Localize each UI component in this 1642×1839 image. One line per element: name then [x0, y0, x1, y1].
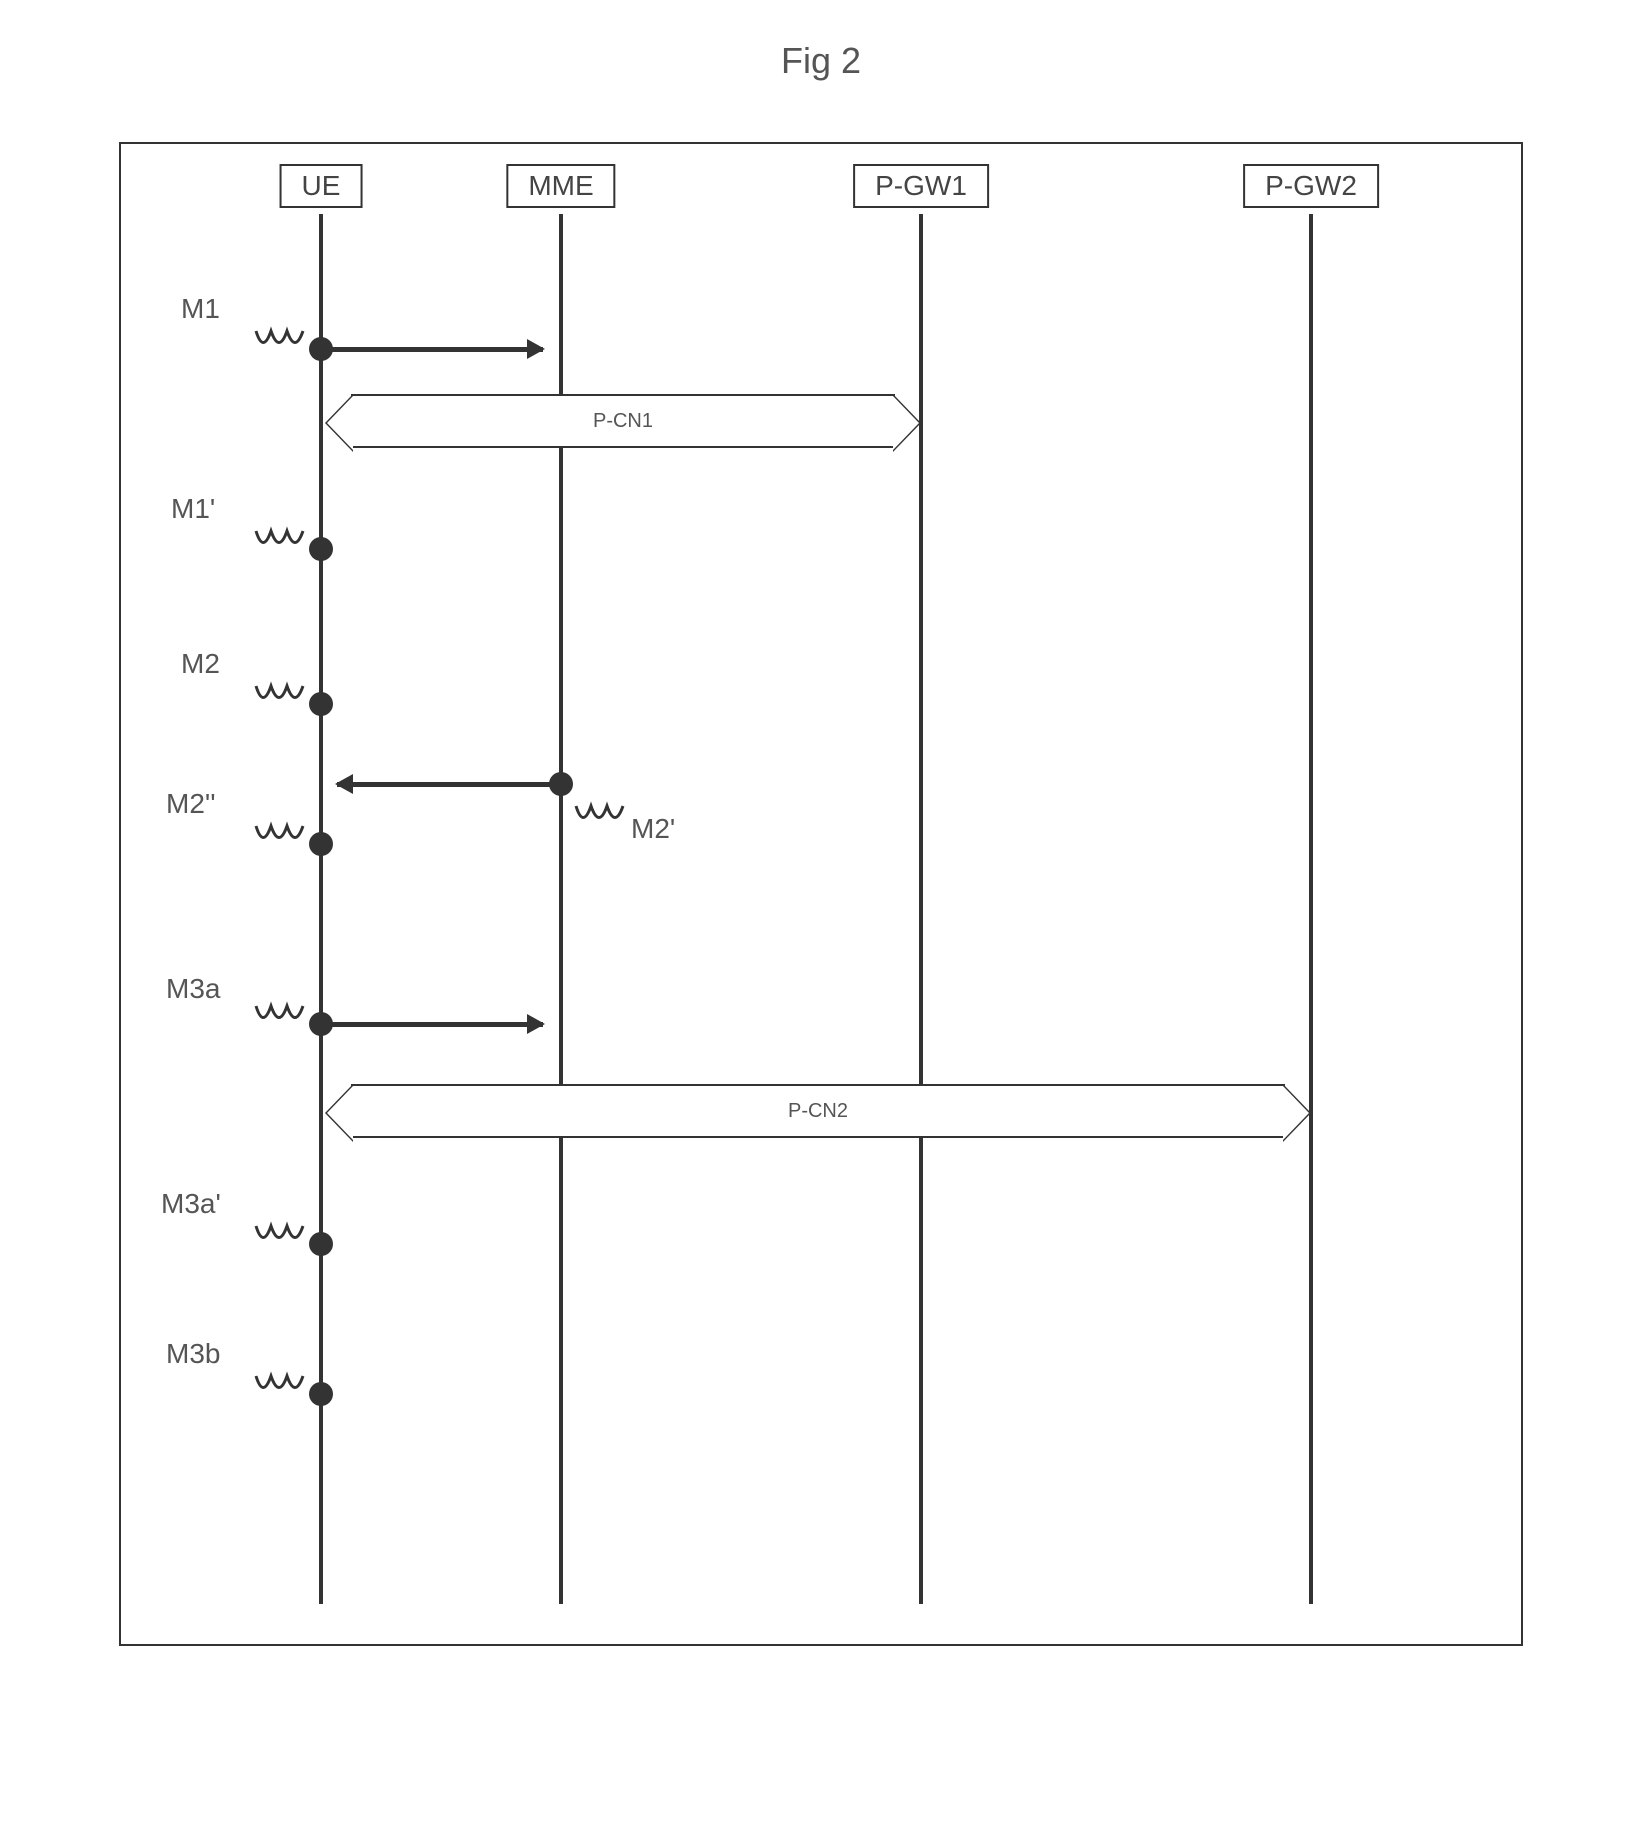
connection-label: P-CN2: [353, 1100, 1283, 1123]
squiggle-icon: [251, 319, 311, 359]
actor-mme: MME: [506, 164, 615, 208]
arrow-m2p: [337, 782, 561, 787]
figure-title: Fig 2: [40, 40, 1602, 82]
event-dot: [309, 692, 333, 716]
squiggle-icon: [251, 1214, 311, 1254]
label-m3ap: M3a': [161, 1188, 221, 1220]
actor-pgw2: P-GW2: [1243, 164, 1379, 208]
squiggle-icon: [251, 994, 311, 1034]
actor-ue: UE: [280, 164, 363, 208]
squiggle-icon: [251, 814, 311, 854]
label-m2p: M2': [631, 813, 675, 845]
connection-label: P-CN1: [353, 410, 893, 433]
label-m2pp: M2'': [166, 788, 216, 820]
event-dot: [309, 537, 333, 561]
squiggle-icon: [251, 519, 311, 559]
label-m3a: M3a: [166, 973, 220, 1005]
event-dot: [309, 1382, 333, 1406]
arrow-m3a: [321, 1022, 543, 1027]
label-m3b: M3b: [166, 1338, 220, 1370]
squiggle-icon: [571, 794, 631, 834]
connection-pcn2: P-CN2: [351, 1084, 1285, 1138]
actor-pgw1: P-GW1: [853, 164, 989, 208]
squiggle-icon: [251, 1364, 311, 1404]
squiggle-icon: [251, 674, 311, 714]
sequence-diagram: UE MME P-GW1 P-GW2 M1 P-CN1 M1' M2 M2' M…: [119, 142, 1523, 1646]
event-dot: [309, 832, 333, 856]
arrow-m1: [321, 347, 543, 352]
lifeline-pgw1: [919, 214, 923, 1604]
label-m1p: M1': [171, 493, 215, 525]
connection-pcn1: P-CN1: [351, 394, 895, 448]
label-m2: M2: [181, 648, 220, 680]
event-dot: [309, 1232, 333, 1256]
label-m1: M1: [181, 293, 220, 325]
lifeline-pgw2: [1309, 214, 1313, 1604]
